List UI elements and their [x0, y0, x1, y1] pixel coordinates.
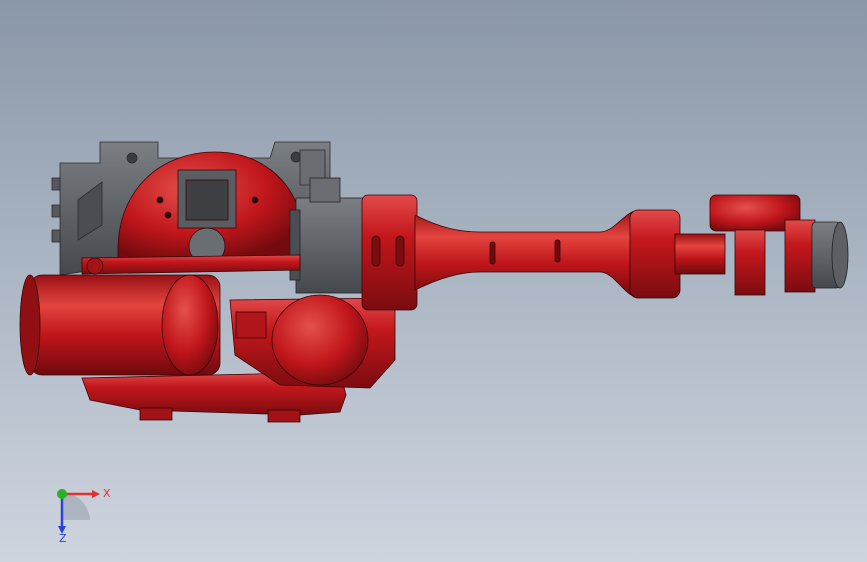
- y-axis-dot: [57, 489, 67, 499]
- wrist-assembly: [629, 194, 816, 299]
- tool-flange: [811, 221, 849, 289]
- cad-graphics-viewport[interactable]: X Z: [0, 0, 867, 562]
- x-axis-label: X: [103, 487, 111, 500]
- z-axis-label: Z: [59, 532, 67, 545]
- forearm-tube: [414, 209, 641, 299]
- linkage-bars: [81, 254, 301, 275]
- upper-arm-housing: [361, 194, 418, 311]
- balancer-cylinder: [19, 274, 221, 376]
- robot-arm-model[interactable]: [0, 0, 867, 562]
